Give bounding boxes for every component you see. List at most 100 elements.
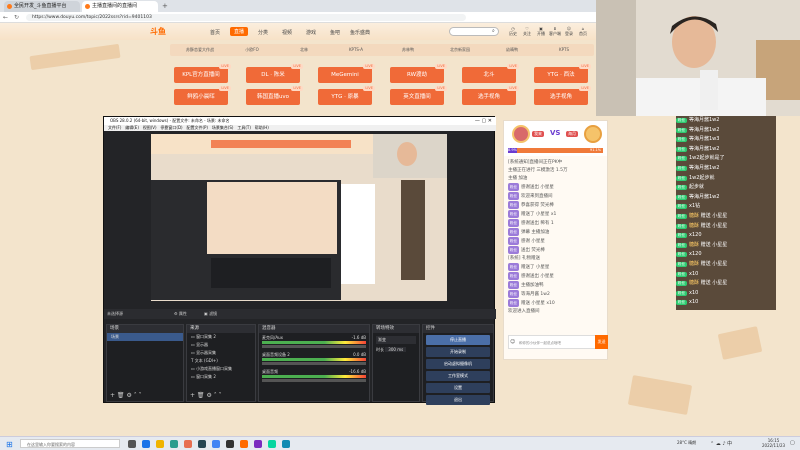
room-card[interactable]: KPTS	[534, 44, 594, 56]
app-icon[interactable]	[268, 440, 276, 448]
room-card[interactable]: 小欧FO	[222, 44, 282, 56]
app-icon[interactable]	[254, 440, 262, 448]
nav-video[interactable]: 视频	[282, 29, 292, 36]
app-icon[interactable]	[282, 440, 290, 448]
menu-edit[interactable]: 编辑(E)	[125, 125, 139, 130]
studio-mode-button[interactable]: 工作室模式	[426, 371, 490, 381]
source-item[interactable]: ▭ 小游戏直播窗口采集	[187, 365, 255, 373]
scene-item[interactable]: 场景	[107, 333, 183, 341]
chrome-icon[interactable]	[212, 440, 220, 448]
menu-file[interactable]: 文件(F)	[108, 125, 121, 130]
weather-widget[interactable]: 28°C 晴朗	[677, 440, 696, 446]
settings-button[interactable]: 设置	[426, 383, 490, 393]
broadcast-icon[interactable]: ▣ 开播	[534, 26, 548, 37]
room-card[interactable]: 苏酥恋爱大作战	[170, 44, 230, 56]
add-scene-icon[interactable]: + 🗑 ⚙ ˄ ˅	[110, 392, 142, 399]
opponent-avatar[interactable]	[584, 125, 602, 143]
room-button[interactable]: 选手视角 LIVE	[462, 86, 519, 105]
properties-button[interactable]: ⚙ 属性	[174, 309, 187, 319]
volume-slider[interactable]	[262, 362, 366, 365]
streamer-avatar[interactable]	[512, 125, 530, 143]
menu-view[interactable]: 视图(V)	[143, 125, 157, 130]
menu-profile[interactable]: 配置文件(P)	[186, 125, 208, 130]
volume-slider[interactable]	[262, 345, 366, 348]
room-card[interactable]: 苏林鸭	[378, 44, 438, 56]
room-button[interactable]: RW渡劫 LIVE	[390, 64, 447, 83]
browser-tab-active[interactable]: 主播直播间的直播间	[82, 1, 158, 12]
history-icon[interactable]: ◷ 历史	[506, 26, 520, 37]
room-button[interactable]: YTG · 西法 LIVE	[534, 64, 591, 83]
follow-icon[interactable]: ♡ 关注	[520, 26, 534, 37]
windows-start-icon[interactable]: ⊞	[6, 440, 13, 449]
obs-icon[interactable]	[226, 440, 234, 448]
site-logo[interactable]: 斗鱼	[150, 26, 166, 37]
edge-icon[interactable]	[142, 440, 150, 448]
nav-live[interactable]: 直播	[230, 27, 249, 36]
room-card[interactable]: 幼晴鸭	[482, 44, 542, 56]
room-button[interactable]: YTG · 原暴 LIVE	[318, 86, 375, 105]
room-card[interactable]: 北林	[274, 44, 334, 56]
chat-input[interactable]: 和你的小伙伴一起说点啥吧	[508, 335, 603, 349]
source-item[interactable]: ▭ 窗口采集 2	[187, 373, 255, 381]
source-item[interactable]: ▭ 窗口采集 2	[187, 333, 255, 341]
new-tab-icon[interactable]: +	[162, 2, 168, 10]
room-card[interactable]: KPTS-A	[326, 44, 386, 56]
add-source-icon[interactable]: + 🗑 ⚙ ˄ ˅	[190, 392, 222, 399]
taskbar-search[interactable]: 在这里输入你要搜索的内容	[20, 439, 120, 448]
tray-icons[interactable]: ⌃ ☁ ♪ 中	[710, 440, 732, 447]
menu-scene-collection[interactable]: 场景集合(S)	[212, 125, 234, 130]
store-icon[interactable]	[170, 440, 178, 448]
obs-preview[interactable]	[151, 134, 447, 301]
douyu-icon	[85, 4, 90, 9]
send-button[interactable]: 发送	[595, 335, 608, 349]
back-icon[interactable]: ←	[3, 14, 8, 21]
system-clock[interactable]: 16:15 2022/11/23	[762, 438, 785, 448]
stop-streaming-button[interactable]: 停止直播	[426, 335, 490, 345]
url-field[interactable]: https://www.douyu.com/topic/2022ssrs?rid…	[26, 14, 466, 21]
menu-help[interactable]: 帮助(H)	[255, 125, 269, 130]
nav-ceremony[interactable]: 鱼乐盛典	[350, 29, 370, 36]
login-icon[interactable]: ☺ 登录	[562, 26, 576, 37]
room-button[interactable]: KPL官方直播间 LIVE	[174, 64, 231, 83]
start-recording-button[interactable]: 开始录制	[426, 347, 490, 357]
windows-taskbar: ⊞ 在这里输入你要搜索的内容 28°C 晴朗 ⌃ ☁ ♪ 中 16:15 202…	[0, 436, 800, 450]
nav-category[interactable]: 分类	[258, 29, 268, 36]
room-button[interactable]: 北斗 LIVE	[462, 64, 519, 83]
room-button[interactable]: 韩国直播uvo LIVE	[246, 86, 303, 105]
douyu-icon[interactable]	[240, 440, 248, 448]
menu-docks[interactable]: 停靠窗口(D)	[160, 125, 182, 130]
app-icon[interactable]	[198, 440, 206, 448]
source-item[interactable]: ▭ 显示器采集	[187, 349, 255, 357]
nav-fishbar[interactable]: 鱼吧	[330, 29, 340, 36]
nav-game[interactable]: 游戏	[306, 29, 316, 36]
room-button[interactable]: 英文直播间 LIVE	[390, 86, 447, 105]
virtual-camera-button[interactable]: 启动虚拟摄像机	[426, 359, 490, 369]
search-icon[interactable]: ⌕	[492, 28, 495, 34]
exit-button[interactable]: 退出	[426, 395, 490, 405]
notification-icon[interactable]: ▢	[790, 440, 795, 446]
menu-tools[interactable]: 工具(T)	[237, 125, 251, 130]
room-button[interactable]: DL · 陈米 LIVE	[246, 64, 303, 83]
task-view-icon[interactable]	[128, 440, 136, 448]
window-controls[interactable]: — ▢ ✕	[475, 117, 492, 125]
refresh-icon[interactable]: ↻	[14, 14, 19, 21]
browser-tab[interactable]: 全民开发_斗鱼直播平台	[4, 1, 80, 12]
filters-button[interactable]: ▣ 滤镜	[204, 309, 217, 319]
volume-slider[interactable]	[262, 379, 366, 382]
room-button[interactable]: 鲜鸥小晨晖 LIVE	[174, 86, 231, 105]
home-icon[interactable]: ⌂ 首页	[576, 26, 590, 37]
client-icon[interactable]: ⬇ 客户端	[548, 26, 562, 37]
nav-home[interactable]: 首页	[210, 29, 220, 36]
source-item[interactable]: T 文本 (GDI+)	[187, 357, 255, 365]
room-card[interactable]: 北京新家园	[430, 44, 490, 56]
room-button[interactable]: MeGemini LIVE	[318, 64, 375, 83]
source-item[interactable]: ▭ 显示器	[187, 341, 255, 349]
emoji-icon[interactable]: ☺	[510, 339, 515, 345]
volume-meter	[262, 358, 366, 361]
transition-select[interactable]: 渐变	[376, 336, 416, 344]
file-explorer-icon[interactable]	[156, 440, 164, 448]
fan-badge-icon: 粉丝	[508, 183, 519, 191]
duration-input[interactable]: 300 ms	[385, 347, 407, 352]
app-icon[interactable]	[184, 440, 192, 448]
room-button[interactable]: 选手视角 LIVE	[534, 86, 591, 105]
